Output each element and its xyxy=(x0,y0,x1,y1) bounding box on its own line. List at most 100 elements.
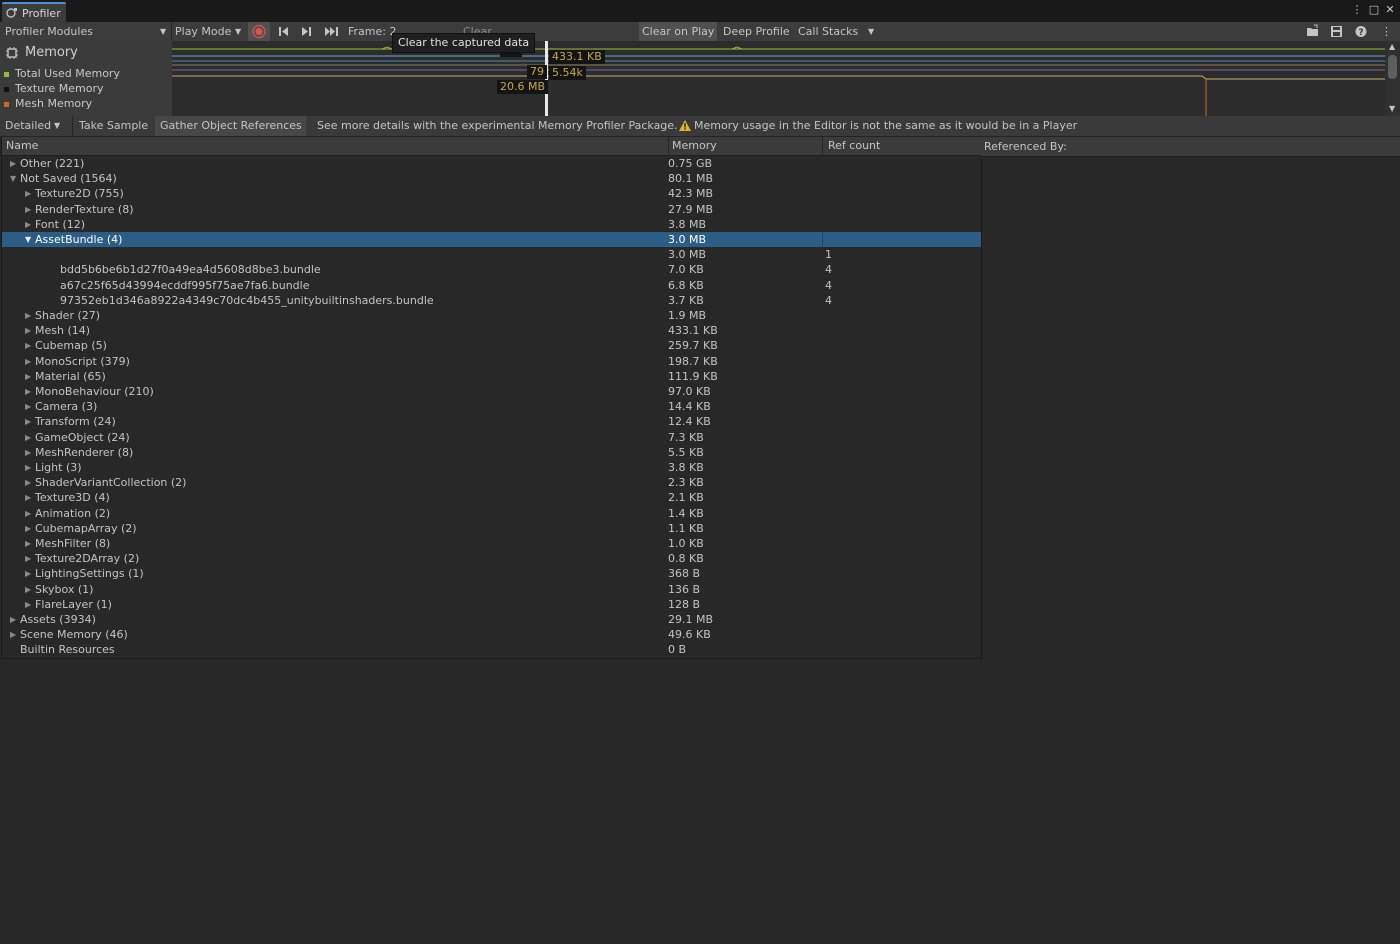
expand-right-icon[interactable]: ▶ xyxy=(25,186,31,201)
call-stacks-dropdown[interactable]: Call Stacks ▼ xyxy=(795,22,880,41)
table-row[interactable]: ▶ LightingSettings (1) 368 B xyxy=(2,566,981,581)
current-frame-button[interactable] xyxy=(321,22,343,41)
expand-right-icon[interactable]: ▶ xyxy=(25,414,31,429)
memory-chart[interactable]: GB 433.1 KB 79 5.54k 20.6 MB xyxy=(172,41,1385,116)
view-mode-dropdown[interactable]: Detailed ▼ xyxy=(0,116,70,136)
close-icon[interactable]: ✕ xyxy=(1384,4,1396,16)
row-memory: 49.6 KB xyxy=(668,628,711,642)
record-button[interactable] xyxy=(248,22,270,41)
column-divider[interactable] xyxy=(822,137,823,155)
expand-right-icon[interactable]: ▶ xyxy=(25,338,31,353)
memory-profiler-package-link[interactable]: See more details with the experimental M… xyxy=(317,116,678,136)
save-button[interactable] xyxy=(1328,22,1346,41)
table-row[interactable]: ▶ FlareLayer (1) 128 B xyxy=(2,597,981,612)
expand-right-icon[interactable]: ▶ xyxy=(25,202,31,217)
deep-profile-toggle[interactable]: Deep Profile xyxy=(720,22,793,41)
previous-frame-button[interactable] xyxy=(273,22,293,41)
help-button[interactable]: ? xyxy=(1353,22,1369,41)
expand-right-icon[interactable]: ▶ xyxy=(25,430,31,445)
column-header-ref-count[interactable]: Ref count xyxy=(828,137,880,155)
expand-right-icon[interactable]: ▶ xyxy=(25,323,31,338)
expand-right-icon[interactable]: ▶ xyxy=(25,460,31,475)
expand-right-icon[interactable]: ▶ xyxy=(25,217,31,232)
column-divider xyxy=(822,232,823,247)
expand-right-icon[interactable]: ▶ xyxy=(25,475,31,490)
profiler-tab[interactable]: Profiler xyxy=(2,2,66,22)
take-sample-button[interactable]: Take Sample xyxy=(76,116,152,136)
expand-right-icon[interactable]: ▶ xyxy=(25,399,31,414)
profiler-modules-dropdown[interactable]: Profiler Modules ▼ xyxy=(0,22,170,41)
table-row[interactable]: ▶ Light (3) 3.8 KB xyxy=(2,460,981,475)
table-row[interactable]: ▶ Skybox (1) 136 B xyxy=(2,582,981,597)
memory-module-panel[interactable]: Memory Total Used Memory Texture Memory … xyxy=(0,41,173,116)
table-row[interactable]: ▶ Material (65) 111.9 KB xyxy=(2,369,981,384)
table-row[interactable]: ▼ AssetBundle (4) 3.0 MB xyxy=(2,232,981,247)
table-row[interactable]: ▶ MeshFilter (8) 1.0 KB xyxy=(2,536,981,551)
expand-right-icon[interactable]: ▶ xyxy=(25,551,31,566)
scroll-up-icon[interactable]: ▲ xyxy=(1389,42,1395,51)
column-divider[interactable] xyxy=(668,137,669,155)
table-row[interactable]: ▶ Texture2D (755) 42.3 MB xyxy=(2,186,981,201)
clear-on-play-toggle[interactable]: Clear on Play xyxy=(639,22,717,41)
scroll-down-icon[interactable]: ▼ xyxy=(1389,104,1395,113)
legend-texture-memory[interactable]: Texture Memory xyxy=(4,82,104,95)
table-row[interactable]: ▶ Texture3D (4) 2.1 KB xyxy=(2,490,981,505)
table-row[interactable]: ▶ ShaderVariantCollection (2) 2.3 KB xyxy=(2,475,981,490)
table-row[interactable]: ▶ Cubemap (5) 259.7 KB xyxy=(2,338,981,353)
column-header-memory[interactable]: Memory xyxy=(672,137,717,155)
table-row[interactable]: ▶ Camera (3) 14.4 KB xyxy=(2,399,981,414)
maximize-icon[interactable]: □ xyxy=(1368,4,1380,16)
table-row-child[interactable]: 3.0 MB 1 xyxy=(2,247,981,262)
expand-right-icon[interactable]: ▶ xyxy=(25,521,31,536)
table-row[interactable]: ▶ Animation (2) 1.4 KB xyxy=(2,506,981,521)
load-button[interactable] xyxy=(1304,22,1322,41)
legend-total-used-memory[interactable]: Total Used Memory xyxy=(4,67,120,80)
table-row[interactable]: ▶ MeshRenderer (8) 5.5 KB xyxy=(2,445,981,460)
expand-right-icon[interactable]: ▶ xyxy=(25,566,31,581)
next-frame-button[interactable] xyxy=(297,22,317,41)
legend-mesh-memory[interactable]: Mesh Memory xyxy=(4,97,92,110)
more-options-icon[interactable]: ⋮ xyxy=(1351,4,1363,16)
table-row[interactable]: Builtin Resources 0 B xyxy=(2,642,981,657)
table-row[interactable]: ▶ GameObject (24) 7.3 KB xyxy=(2,430,981,445)
memory-chip-icon xyxy=(6,47,18,59)
chart-scrollbar[interactable]: ▲ ▼ xyxy=(1385,41,1400,116)
expand-right-icon[interactable]: ▶ xyxy=(10,156,16,171)
expand-right-icon[interactable]: ▶ xyxy=(25,490,31,505)
table-row[interactable]: ▶ Assets (3934) 29.1 MB xyxy=(2,612,981,627)
table-row[interactable]: ▶ Other (221) 0.75 GB xyxy=(2,156,981,171)
expand-right-icon[interactable]: ▶ xyxy=(25,308,31,323)
expand-right-icon[interactable]: ▶ xyxy=(25,536,31,551)
table-row-child[interactable]: 97352eb1d346a8922a4349c70dc4b455_unitybu… xyxy=(2,293,981,308)
expand-right-icon[interactable]: ▶ xyxy=(25,369,31,384)
gather-object-references-toggle[interactable]: Gather Object References xyxy=(155,116,306,136)
table-row-child[interactable]: a67c25f65d43994ecddf995f75ae7fa6.bundle 6… xyxy=(2,278,981,293)
table-row[interactable]: ▶ Mesh (14) 433.1 KB xyxy=(2,323,981,338)
table-row[interactable]: ▶ MonoScript (379) 198.7 KB xyxy=(2,354,981,369)
table-row[interactable]: ▶ CubemapArray (2) 1.1 KB xyxy=(2,521,981,536)
expand-right-icon[interactable]: ▶ xyxy=(25,582,31,597)
table-row[interactable]: ▶ Transform (24) 12.4 KB xyxy=(2,414,981,429)
play-mode-dropdown[interactable]: Play Mode ▼ xyxy=(172,22,245,41)
table-row[interactable]: ▶ Shader (27) 1.9 MB xyxy=(2,308,981,323)
table-row-child[interactable]: bdd5b6be6b1d27f0a49ea4d5608d8be3.bundle 7… xyxy=(2,262,981,277)
expand-right-icon[interactable]: ▶ xyxy=(25,354,31,369)
table-row[interactable]: ▶ Font (12) 3.8 MB xyxy=(2,217,981,232)
table-row[interactable]: ▼ Not Saved (1564) 80.1 MB xyxy=(2,171,981,186)
expand-right-icon[interactable]: ▶ xyxy=(25,506,31,521)
scroll-thumb[interactable] xyxy=(1388,55,1397,79)
expand-down-icon[interactable]: ▼ xyxy=(10,171,16,186)
expand-down-icon[interactable]: ▼ xyxy=(25,232,31,247)
table-row[interactable]: ▶ Scene Memory (46) 49.6 KB xyxy=(2,627,981,642)
toolbar-menu-icon[interactable]: ⋮ xyxy=(1381,22,1392,41)
profiler-toolbar: Profiler Modules ▼ Play Mode ▼ Frame: 2 … xyxy=(0,22,1400,42)
table-row[interactable]: ▶ Texture2DArray (2) 0.8 KB xyxy=(2,551,981,566)
table-row[interactable]: ▶ RenderTexture (8) 27.9 MB xyxy=(2,202,981,217)
expand-right-icon[interactable]: ▶ xyxy=(25,384,31,399)
table-row[interactable]: ▶ MonoBehaviour (210) 97.0 KB xyxy=(2,384,981,399)
expand-right-icon[interactable]: ▶ xyxy=(25,597,31,612)
expand-right-icon[interactable]: ▶ xyxy=(25,445,31,460)
expand-right-icon[interactable]: ▶ xyxy=(10,612,16,627)
expand-right-icon[interactable]: ▶ xyxy=(10,627,16,642)
column-header-name[interactable]: Name xyxy=(6,137,38,155)
